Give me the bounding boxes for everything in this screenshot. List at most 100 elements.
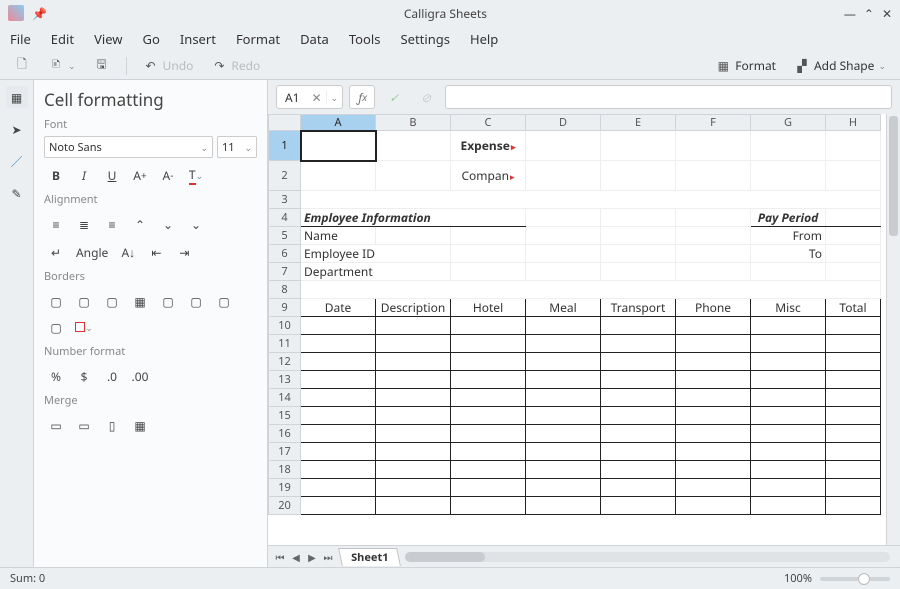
status-sum: Sum: 0: [10, 571, 45, 586]
new-doc-button[interactable]: 🗋: [8, 56, 36, 76]
spreadsheet-grid[interactable]: A B C D E F G H 1 Expense▸: [268, 114, 886, 545]
row-header-1[interactable]: 1: [269, 131, 301, 161]
cell-format-tool-icon[interactable]: ▦: [6, 86, 28, 108]
merge-h-button[interactable]: ▭: [72, 414, 96, 436]
font-family-combo[interactable]: Noto Sans⌄: [44, 136, 213, 158]
line-tool-icon[interactable]: ／: [6, 150, 28, 172]
sheet-tab-bar: ⏮ ◀ ▶ ⏭ Sheet1: [268, 545, 900, 567]
format-button[interactable]: ▦Format: [709, 55, 782, 76]
panel-title: Cell formatting: [44, 88, 257, 111]
align-left-button[interactable]: ≡: [44, 213, 68, 235]
menu-help[interactable]: Help: [470, 30, 498, 48]
cell-reference-box[interactable]: A1 ✕ ⌄: [276, 85, 343, 109]
indent-decrease-button[interactable]: ⇤: [144, 241, 168, 263]
col-header-c[interactable]: C: [451, 115, 526, 131]
menu-insert[interactable]: Insert: [180, 30, 216, 48]
row-header-2[interactable]: 2: [269, 161, 301, 191]
tab-last-icon[interactable]: ⏭: [320, 549, 336, 565]
tab-sheet1[interactable]: Sheet1: [338, 548, 401, 566]
percent-button[interactable]: %: [44, 365, 68, 387]
align-right-button[interactable]: ≡: [100, 213, 124, 235]
underline-button[interactable]: U: [100, 164, 124, 186]
align-bottom-button[interactable]: ⌄: [184, 213, 208, 235]
unmerge-button[interactable]: ▦: [128, 414, 152, 436]
border-inner-button[interactable]: ▢: [212, 290, 236, 312]
align-middle-button[interactable]: ⌄: [156, 213, 180, 235]
accept-icon[interactable]: ✓: [381, 85, 407, 109]
border-bottom-button[interactable]: ▢: [184, 290, 208, 312]
menu-settings[interactable]: Settings: [400, 30, 449, 48]
vertical-scrollbar[interactable]: [886, 114, 900, 545]
menu-edit[interactable]: Edit: [51, 30, 74, 48]
section-merge-label: Merge: [44, 393, 257, 408]
menu-go[interactable]: Go: [143, 30, 160, 48]
border-right-button[interactable]: ▢: [100, 290, 124, 312]
border-none-button[interactable]: ▢: [44, 316, 68, 338]
undo-button[interactable]: ↶Undo: [137, 55, 200, 76]
col-header-a[interactable]: A: [301, 115, 376, 131]
maximize-icon[interactable]: ⌃: [864, 5, 874, 22]
menu-format[interactable]: Format: [236, 30, 280, 48]
menu-data[interactable]: Data: [300, 30, 329, 48]
superscript-button[interactable]: A+: [128, 164, 152, 186]
merge-v-button[interactable]: ▯: [100, 414, 124, 436]
merge-button[interactable]: ▭: [44, 414, 68, 436]
currency-button[interactable]: $: [72, 365, 96, 387]
border-outline-button[interactable]: ▢: [44, 290, 68, 312]
formula-input[interactable]: [445, 85, 892, 109]
formatting-panel: Cell formatting Font Noto Sans⌄ 11⌄ B I …: [34, 80, 268, 567]
font-size-combo[interactable]: 11⌄: [217, 136, 257, 158]
increase-decimal-button[interactable]: .00: [128, 365, 152, 387]
align-center-button[interactable]: ≣: [72, 213, 96, 235]
pin-icon[interactable]: 📌: [32, 5, 47, 22]
section-alignment-label: Alignment: [44, 192, 257, 207]
zoom-slider[interactable]: [820, 577, 890, 581]
select-tool-icon[interactable]: ➤: [6, 118, 28, 140]
angle-label: Angle: [72, 241, 112, 263]
italic-button[interactable]: I: [72, 164, 96, 186]
vertical-text-button[interactable]: A↓: [116, 241, 140, 263]
calligraphy-tool-icon[interactable]: ✎: [6, 182, 28, 204]
tab-first-icon[interactable]: ⏮: [272, 549, 288, 565]
border-color-button[interactable]: ⌄: [72, 316, 96, 338]
horizontal-scrollbar[interactable]: [405, 552, 890, 562]
separator: [126, 57, 127, 75]
border-left-button[interactable]: ▢: [72, 290, 96, 312]
col-header-e[interactable]: E: [601, 115, 676, 131]
open-doc-button[interactable]: 🗈⌄: [42, 56, 82, 76]
font-color-button[interactable]: T⌄: [184, 164, 208, 186]
close-icon[interactable]: ✕: [882, 5, 892, 22]
save-button[interactable]: 🖫: [88, 56, 116, 76]
col-header-d[interactable]: D: [526, 115, 601, 131]
select-all-corner[interactable]: [269, 115, 301, 131]
minimize-icon[interactable]: —: [844, 5, 856, 22]
cancel-icon[interactable]: ⊘: [413, 85, 439, 109]
subscript-button[interactable]: A-: [156, 164, 180, 186]
border-all-button[interactable]: ▦: [128, 290, 152, 312]
cell-a1[interactable]: [301, 131, 376, 161]
border-top-button[interactable]: ▢: [156, 290, 180, 312]
tab-prev-icon[interactable]: ◀: [288, 549, 304, 565]
menu-tools[interactable]: Tools: [349, 30, 381, 48]
statusbar: Sum: 0 100%: [0, 567, 900, 589]
tab-next-icon[interactable]: ▶: [304, 549, 320, 565]
align-top-button[interactable]: ⌃: [128, 213, 152, 235]
col-header-g[interactable]: G: [751, 115, 826, 131]
tool-strip: ▦ ➤ ／ ✎: [0, 80, 34, 567]
col-header-f[interactable]: F: [676, 115, 751, 131]
add-shape-button[interactable]: ▞Add Shape⌄: [788, 55, 892, 76]
indent-increase-button[interactable]: ⇥: [172, 241, 196, 263]
app-icon: [8, 5, 24, 21]
function-wizard-button[interactable]: ƒx: [349, 85, 375, 109]
clear-ref-icon[interactable]: ✕: [308, 89, 326, 106]
bold-button[interactable]: B: [44, 164, 68, 186]
wrap-button[interactable]: ↵: [44, 241, 68, 263]
menubar: File Edit View Go Insert Format Data Too…: [0, 26, 900, 52]
main-toolbar: 🗋 🗈⌄ 🖫 ↶Undo ↷Redo ▦Format ▞Add Shape⌄: [0, 52, 900, 80]
col-header-h[interactable]: H: [826, 115, 881, 131]
menu-file[interactable]: File: [10, 30, 31, 48]
decrease-decimal-button[interactable]: .0: [100, 365, 124, 387]
redo-button[interactable]: ↷Redo: [205, 55, 266, 76]
menu-view[interactable]: View: [94, 30, 122, 48]
col-header-b[interactable]: B: [376, 115, 451, 131]
